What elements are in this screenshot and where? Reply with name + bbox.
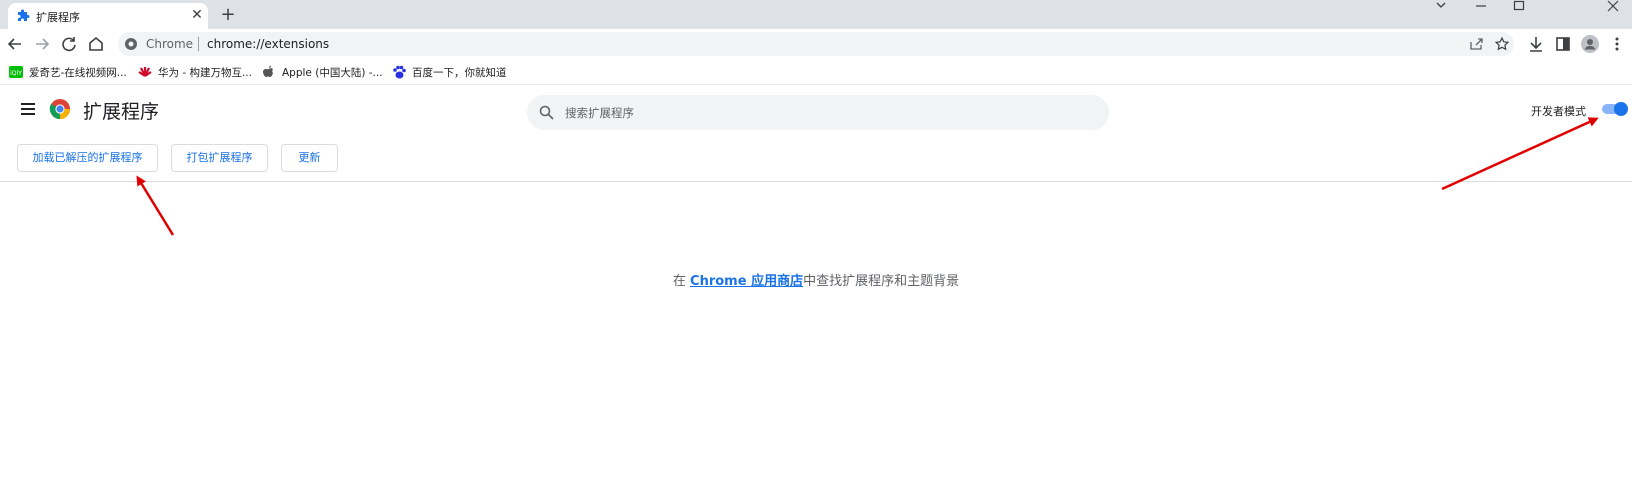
apple-icon: [263, 65, 273, 77]
load-unpacked-button[interactable]: 加载已解压的扩展程序: [17, 144, 158, 172]
url-text: chrome://extensions: [207, 37, 330, 51]
minimize-icon[interactable]: [1462, 0, 1500, 12]
side-panel-icon[interactable]: [1552, 33, 1574, 55]
bookmark-label: 华为 - 构建万物互...: [158, 67, 252, 79]
toggle-knob: [1614, 102, 1628, 116]
pack-extension-button[interactable]: 打包扩展程序: [171, 144, 268, 172]
profile-icon[interactable]: [1579, 33, 1601, 55]
address-bar[interactable]: Chrome chrome://extensions: [118, 32, 1514, 56]
omnibox-separator: [198, 37, 199, 51]
back-icon[interactable]: [4, 33, 26, 55]
iqiyi-icon: iQIY: [9, 66, 23, 78]
svg-text:iQIY: iQIY: [10, 70, 22, 77]
search-input[interactable]: [565, 103, 1085, 122]
page-title: 扩展程序: [83, 101, 160, 123]
maximize-icon[interactable]: [1500, 0, 1538, 12]
extensions-header: 扩展程序 开发者模式 加载已解压的扩展程序 打包扩展程序 更新: [0, 86, 1632, 182]
update-button[interactable]: 更新: [281, 144, 338, 172]
bookmark-huawei[interactable]: 华为 - 构建万物互...: [137, 63, 252, 81]
tab-extensions[interactable]: 扩展程序 ✕: [8, 3, 208, 29]
site-chip: Chrome: [146, 37, 194, 51]
hamburger-menu-icon[interactable]: [18, 100, 38, 118]
plus-icon: +: [220, 4, 236, 25]
star-icon[interactable]: [1494, 36, 1510, 52]
share-icon[interactable]: [1468, 36, 1484, 52]
home-icon[interactable]: [85, 33, 107, 55]
bookmark-iqiyi[interactable]: iQIY 爱奇艺-在线视频网...: [8, 63, 128, 81]
bookmark-apple[interactable]: Apple (中国大陆) -...: [261, 63, 383, 81]
huawei-icon: [138, 67, 152, 77]
bookmark-label: Apple (中国大陆) -...: [282, 67, 383, 79]
reload-icon[interactable]: [58, 33, 80, 55]
empty-prefix: 在: [672, 274, 691, 289]
arrow-to-load-unpacked: [136, 175, 175, 236]
baidu-icon: [393, 65, 406, 79]
puzzle-icon: [18, 9, 30, 21]
bookmark-label: 百度一下，你就知道: [412, 67, 507, 79]
empty-state-message: 在 Chrome 应用商店中查找扩展程序和主题背景: [0, 270, 1632, 289]
download-icon[interactable]: [1525, 33, 1547, 55]
chrome-logo-icon: [49, 99, 71, 120]
tab-close-icon[interactable]: ✕: [188, 6, 206, 24]
new-tab-button[interactable]: +: [216, 4, 240, 26]
tab-strip: 扩展程序 ✕ +: [0, 0, 1632, 29]
search-icon: [539, 105, 554, 120]
close-icon[interactable]: [1594, 0, 1632, 12]
developer-mode-label: 开发者模式: [1531, 105, 1586, 118]
chevron-down-icon[interactable]: [1422, 0, 1460, 12]
bookmarks-bar: iQIY 爱奇艺-在线视频网... 华为 - 构建万物互... Apple (中…: [0, 59, 1632, 85]
chrome-site-icon: [125, 38, 137, 50]
web-store-link[interactable]: Chrome 应用商店: [690, 274, 803, 289]
bookmark-label: 爱奇艺-在线视频网...: [29, 67, 127, 79]
forward-icon[interactable]: [31, 33, 53, 55]
more-icon[interactable]: [1606, 33, 1628, 55]
developer-mode-toggle[interactable]: [1601, 101, 1629, 117]
toolbar: Chrome chrome://extensions: [0, 29, 1632, 59]
tab-title: 扩展程序: [36, 11, 80, 24]
empty-suffix: 中查找扩展程序和主题背景: [803, 274, 960, 289]
bookmark-baidu[interactable]: 百度一下，你就知道: [391, 63, 507, 81]
search-extensions[interactable]: [527, 95, 1109, 130]
